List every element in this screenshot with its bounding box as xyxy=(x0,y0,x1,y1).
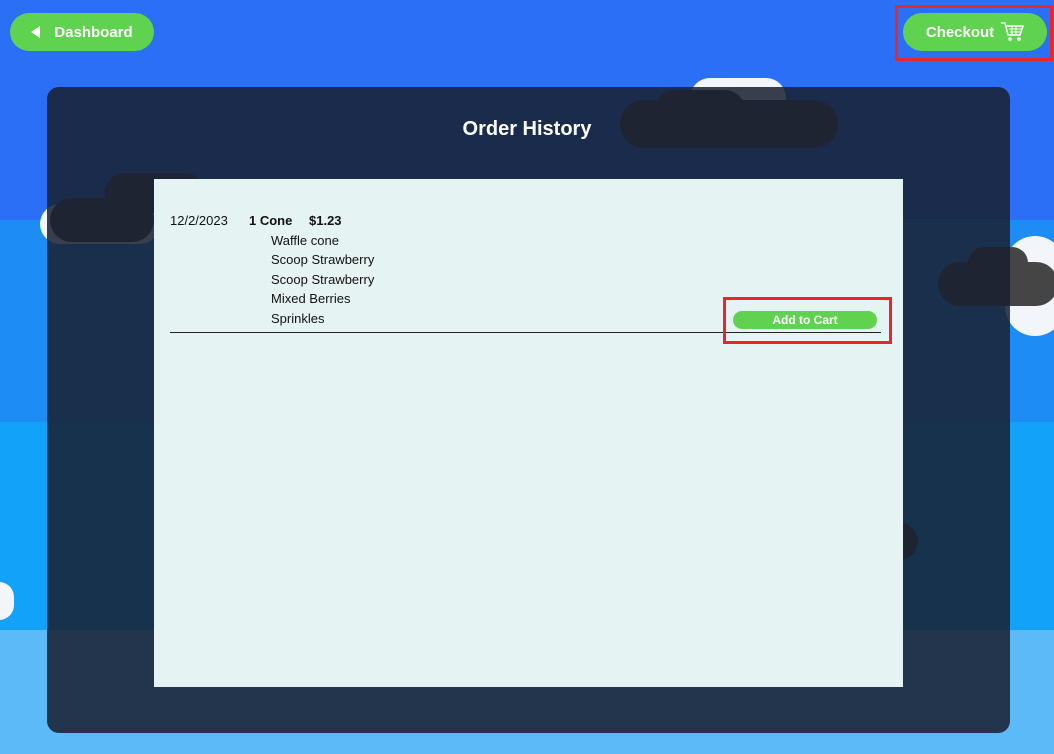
dashboard-button[interactable]: Dashboard xyxy=(10,13,154,51)
order-list-panel: 12/2/2023 1 Cone $1.23 Waffle cone Scoop… xyxy=(154,179,903,687)
order-date: 12/2/2023 xyxy=(170,213,228,228)
order-price: $1.23 xyxy=(309,213,342,228)
add-to-cart-highlight xyxy=(723,297,892,344)
order-item: Scoop Strawberry xyxy=(271,252,375,268)
page-title: Order History xyxy=(462,118,592,140)
checkout-highlight xyxy=(895,5,1053,61)
order-count: 1 Cone xyxy=(249,213,293,228)
triangle-left-icon xyxy=(31,26,41,38)
order-item: Scoop Strawberry xyxy=(271,271,375,287)
order-items-list: Waffle cone Scoop Strawberry Scoop Straw… xyxy=(271,231,374,328)
order-item: Waffle cone xyxy=(271,233,339,248)
order-item: Mixed Berries xyxy=(271,291,351,307)
order-item: Sprinkles xyxy=(271,310,325,326)
dashboard-label: Dashboard xyxy=(54,23,133,41)
